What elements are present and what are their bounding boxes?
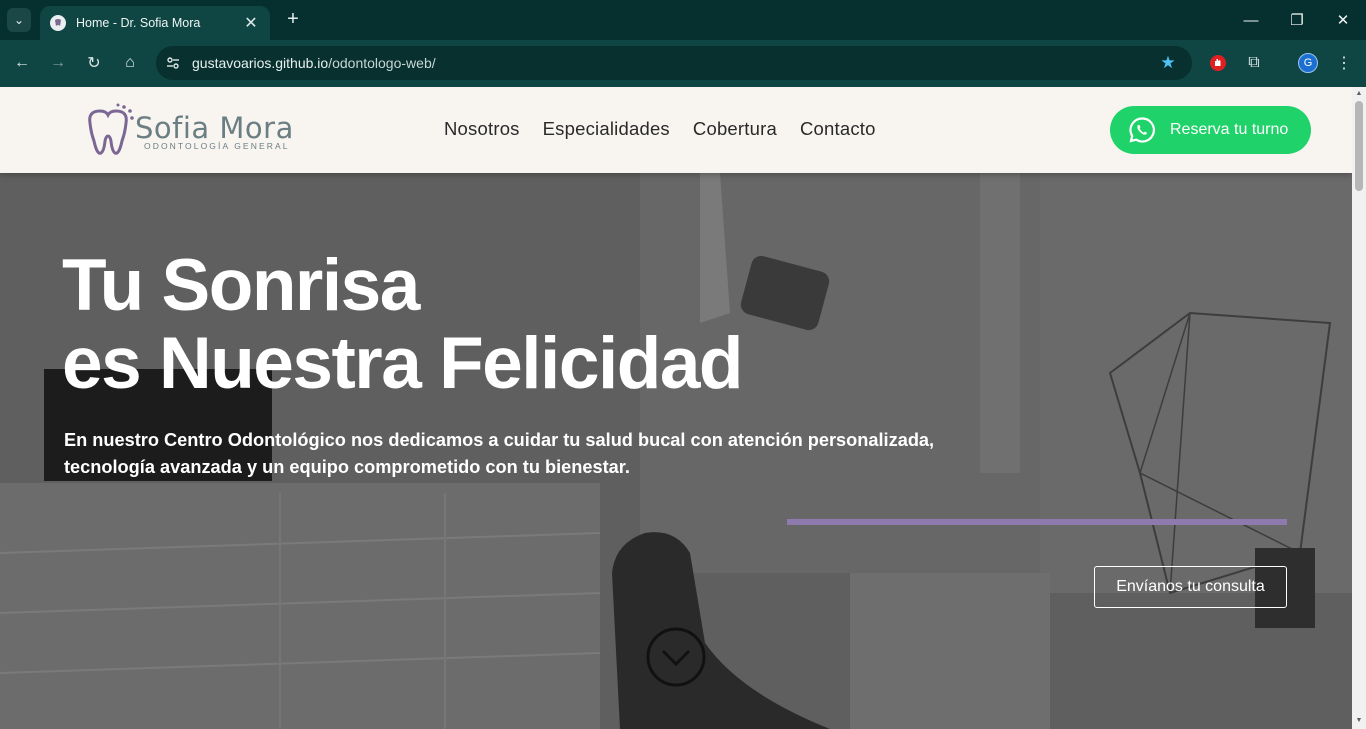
scroll-down-arrow-icon[interactable]: ▼ — [1355, 717, 1363, 725]
new-tab-button[interactable]: + — [282, 8, 304, 30]
hero-title: Tu Sonrisa es Nuestra Felicidad — [62, 245, 744, 404]
hero-title-line-2: es Nuestra Felicidad — [62, 323, 744, 404]
site-header: Sofia Mora ODONTOLOGÍA GENERAL Nosotros … — [0, 87, 1352, 173]
tab-strip: ⌄ Home - Dr. Sofia Mora ✕ + — ❐ ✕ — [0, 0, 1366, 40]
home-icon[interactable]: ⌂ — [118, 51, 142, 75]
tooth-logo-icon — [88, 103, 134, 155]
reload-icon[interactable]: ↻ — [82, 51, 106, 75]
main-nav: Nosotros Especialidades Cobertura Contac… — [444, 118, 876, 140]
reserve-button-label: Reserva tu turno — [1170, 121, 1289, 138]
send-consult-button[interactable]: Envíanos tu consulta — [1094, 566, 1287, 608]
logo-name: Sofia Mora — [135, 111, 294, 145]
nav-cobertura[interactable]: Cobertura — [693, 118, 777, 140]
url-host: gustavoarios.github.io — [192, 55, 329, 71]
nav-contacto[interactable]: Contacto — [800, 118, 876, 140]
url-path: /odontologo-web/ — [328, 55, 436, 71]
profile-initial: G — [1298, 53, 1318, 73]
accent-divider — [787, 519, 1287, 525]
logo-subtitle: ODONTOLOGÍA GENERAL — [144, 141, 290, 151]
scroll-thumb[interactable] — [1355, 101, 1363, 191]
reserve-button[interactable]: Reserva tu turno — [1110, 106, 1311, 154]
extension-icon[interactable] — [1207, 52, 1229, 74]
whatsapp-icon — [1129, 117, 1155, 143]
bookmark-star-icon[interactable]: ★ — [1156, 53, 1180, 73]
nav-especialidades[interactable]: Especialidades — [543, 118, 670, 140]
hero-section: Tu Sonrisa es Nuestra Felicidad En nuest… — [0, 173, 1352, 729]
tab-search-icon[interactable]: ⌄ — [7, 8, 31, 32]
hero-description-line-2: tecnología avanzada y un equipo comprome… — [64, 457, 630, 477]
logo[interactable]: Sofia Mora ODONTOLOGÍA GENERAL — [80, 103, 300, 159]
back-icon[interactable]: ← — [10, 51, 34, 75]
close-icon[interactable]: ✕ — [242, 13, 260, 33]
address-bar[interactable]: gustavoarios.github.io/odontologo-web/ ★ — [156, 46, 1192, 80]
site-info-icon[interactable] — [162, 52, 184, 74]
favicon-icon — [50, 15, 66, 31]
forward-icon[interactable]: → — [46, 51, 70, 75]
page-scrollbar[interactable]: ▲ ▼ — [1352, 87, 1366, 729]
hero-description-line-1: En nuestro Centro Odontológico nos dedic… — [64, 430, 935, 450]
hero-title-line-1: Tu Sonrisa — [62, 245, 420, 326]
hero-description: En nuestro Centro Odontológico nos dedic… — [64, 427, 1044, 481]
maximize-icon[interactable]: ❐ — [1274, 6, 1320, 34]
nav-nosotros[interactable]: Nosotros — [444, 118, 520, 140]
browser-tab[interactable]: Home - Dr. Sofia Mora ✕ — [40, 6, 270, 40]
minimize-icon[interactable]: — — [1228, 6, 1274, 34]
page-viewport: Sofia Mora ODONTOLOGÍA GENERAL Nosotros … — [0, 87, 1352, 729]
url-text[interactable]: gustavoarios.github.io/odontologo-web/ — [192, 55, 1156, 71]
scroll-down-icon[interactable] — [645, 626, 707, 688]
more-icon[interactable]: ⋮ — [1333, 52, 1355, 74]
avatar[interactable]: G — [1297, 52, 1319, 74]
tab-title: Home - Dr. Sofia Mora — [76, 16, 201, 30]
browser-toolbar: ← → ↻ ⌂ gustavoarios.github.io/odontolog… — [0, 40, 1366, 87]
puzzle-icon[interactable]: ⧉ — [1243, 52, 1265, 74]
window-close-icon[interactable]: ✕ — [1320, 6, 1366, 34]
scroll-up-arrow-icon[interactable]: ▲ — [1355, 90, 1363, 98]
